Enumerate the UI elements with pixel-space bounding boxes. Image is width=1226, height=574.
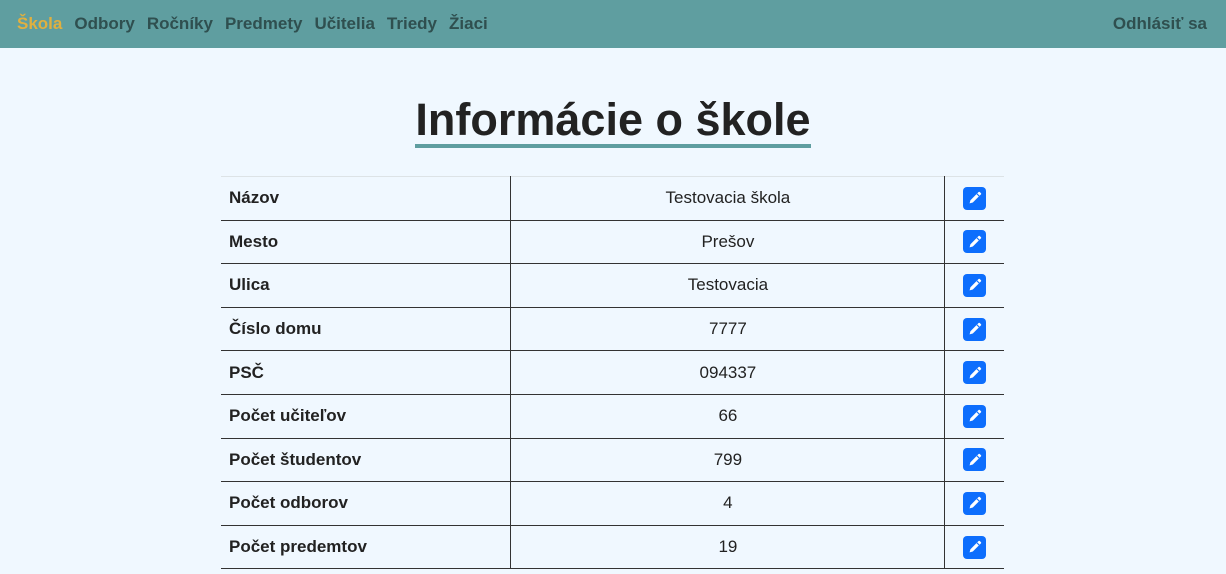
row-action [944,438,1004,483]
edit-button[interactable] [963,535,987,559]
row-value: 094337 [510,350,946,395]
row-action [944,263,1004,308]
row-label: Názov [221,176,512,221]
edit-button[interactable] [963,361,987,385]
nav-link[interactable]: Triedy [387,14,437,34]
edit-button[interactable] [963,404,987,428]
row-label: Mesto [221,220,512,265]
pencil-icon [969,540,981,553]
row-value: 799 [510,438,946,483]
edit-button[interactable] [963,273,987,297]
pencil-icon [969,235,981,248]
row-action [944,525,1004,570]
row-value: 19 [510,525,946,570]
row-value: 4 [510,481,946,526]
table-row: Počet odborov 4 [221,481,1004,526]
pencil-icon [969,192,981,204]
pencil-icon [969,410,981,422]
table-row: Počet študentov 799 [221,438,1004,483]
row-value: 7777 [510,307,946,352]
row-action [944,394,1004,439]
pencil-icon [969,279,981,291]
nav-link[interactable]: Žiaci [449,14,488,34]
row-label: PSČ [221,350,512,395]
row-value: Testovacia škola [510,176,946,221]
row-label: Počet predemtov [221,525,512,570]
row-action [944,307,1004,352]
page-title: Informácie o škole [415,96,811,148]
pencil-icon [969,322,981,335]
row-action [944,220,1004,265]
table-row: Číslo domu 7777 [221,307,1004,352]
school-info-table-body: Názov Testovacia škola Mesto Prešov Ulica Tes… [221,176,1004,570]
edit-button[interactable] [963,186,987,210]
row-label: Počet učiteľov [221,394,512,439]
nav-link[interactable]: Škola [17,14,62,34]
table-row: Názov Testovacia škola [221,176,1004,221]
nav-link[interactable]: Predmety [225,14,302,34]
row-action [944,481,1004,526]
table-row: PSČ 094337 [221,350,1004,395]
school-info-table: Názov Testovacia škola Mesto Prešov Ulica Tes… [221,176,1004,570]
pencil-icon [969,366,981,379]
edit-button[interactable] [963,230,987,254]
table-row: Ulica Testovacia [221,263,1004,308]
row-label: Počet odborov [221,481,512,526]
nav-menu: Škola Odbory Ročníky Predmety Učitelia T… [17,14,488,34]
top-navbar: Škola Odbory Ročníky Predmety Učitelia T… [0,0,1226,48]
nav-link[interactable]: Ročníky [147,14,213,34]
row-label: Číslo domu [221,307,512,352]
row-action [944,350,1004,395]
row-value: Prešov [510,220,946,265]
edit-button[interactable] [963,317,987,341]
nav-link[interactable]: Učitelia [314,14,374,34]
table-row: Mesto Prešov [221,220,1004,265]
row-label: Počet študentov [221,438,512,483]
row-value: 66 [510,394,946,439]
row-label: Ulica [221,263,512,308]
edit-button[interactable] [963,491,987,515]
table-row: Počet predemtov 19 [221,525,1004,570]
pencil-icon [969,453,981,466]
logout-link[interactable]: Odhlásiť sa [1113,14,1207,34]
edit-button[interactable] [963,448,987,472]
row-action [944,176,1004,221]
pencil-icon [969,497,981,509]
table-row: Počet učiteľov 66 [221,394,1004,439]
nav-link[interactable]: Odbory [74,14,134,34]
page-title-container: Informácie o škole [0,96,1226,148]
row-value: Testovacia [510,263,946,308]
